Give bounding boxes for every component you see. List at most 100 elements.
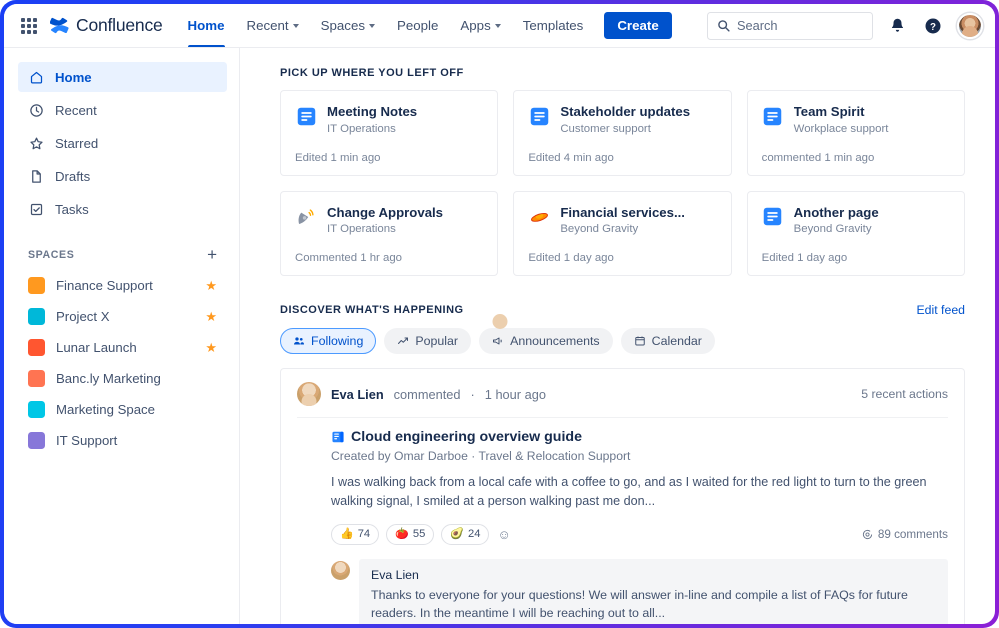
- pickup-card-title: Team Spirit: [794, 104, 889, 121]
- tab-popular[interactable]: Popular: [384, 328, 471, 354]
- pickup-card[interactable]: Meeting Notes IT Operations Edited 1 min…: [280, 90, 498, 176]
- home-icon: [28, 69, 44, 85]
- reaction-tomato[interactable]: 🍅 55: [386, 524, 434, 545]
- add-reaction-icon[interactable]: ☺: [497, 527, 510, 542]
- reaction-thumbsup[interactable]: 👍 74: [331, 524, 379, 545]
- comment-icon: [862, 529, 873, 540]
- sidebar-item-recent[interactable]: Recent: [18, 95, 227, 125]
- confluence-logo[interactable]: Confluence: [50, 15, 163, 36]
- brand-name: Confluence: [76, 15, 163, 36]
- feed-excerpt: I was walking back from a local cafe wit…: [331, 473, 939, 511]
- blue-page-icon: [295, 105, 317, 127]
- sidebar-space-bancly-marketing[interactable]: Banc.ly Marketing: [18, 364, 227, 392]
- pickup-card-title: Stakeholder updates: [560, 104, 690, 121]
- pickup-card[interactable]: Team Spirit Workplace support commented …: [747, 90, 965, 176]
- grid-apps-icon[interactable]: [18, 15, 40, 37]
- ufo-icon: [528, 206, 550, 228]
- feed-comments-count[interactable]: 89 comments: [862, 528, 948, 541]
- reactions-row: 👍 74 🍅 55 🥑 24 ☺: [331, 524, 948, 545]
- page-body: Home Recent Starred: [4, 48, 995, 624]
- tab-announcements[interactable]: Announcements: [479, 328, 613, 354]
- star-filled-icon[interactable]: ★: [205, 310, 217, 323]
- comments-count-label: 89 comments: [878, 528, 948, 541]
- edit-feed-link[interactable]: Edit feed: [916, 303, 965, 317]
- nav-item-home[interactable]: Home: [177, 4, 236, 47]
- pickup-card[interactable]: Another page Beyond Gravity Edited 1 day…: [747, 191, 965, 277]
- star-filled-icon[interactable]: ★: [205, 279, 217, 292]
- pickup-card[interactable]: Change Approvals IT Operations Commented…: [280, 191, 498, 277]
- search-icon: [717, 19, 730, 32]
- primary-nav: Home Recent Spaces People Apps Templates…: [177, 4, 672, 47]
- sidebar-space-project-x[interactable]: Project X ★: [18, 302, 227, 330]
- megaphone-icon: [492, 335, 504, 347]
- sidebar-space-marketing-space[interactable]: Marketing Space: [18, 395, 227, 423]
- blue-page-icon: [528, 105, 550, 127]
- nav-item-people[interactable]: People: [386, 4, 449, 47]
- nav-item-apps[interactable]: Apps: [449, 4, 511, 47]
- feed-reply: Eva Lien Thanks to everyone for your que…: [331, 559, 948, 624]
- sidebar-item-home[interactable]: Home: [18, 62, 227, 92]
- sidebar-item-starred[interactable]: Starred: [18, 128, 227, 158]
- sidebar-space-it-support[interactable]: IT Support: [18, 426, 227, 454]
- space-label: Lunar Launch: [56, 340, 194, 355]
- spaces-section-header: SPACES +: [18, 246, 227, 263]
- space-avatar-icon: [28, 339, 45, 356]
- tab-following[interactable]: Following: [280, 328, 376, 354]
- sidebar-space-lunar-launch[interactable]: Lunar Launch ★: [18, 333, 227, 361]
- sidebar-item-tasks[interactable]: Tasks: [18, 194, 227, 224]
- pickup-card[interactable]: Stakeholder updates Customer support Edi…: [513, 90, 731, 176]
- sidebar-item-starred-label: Starred: [55, 136, 98, 151]
- separator-dot: ·: [471, 387, 475, 402]
- page-icon: [28, 168, 44, 184]
- pickup-cards-grid: Meeting Notes IT Operations Edited 1 min…: [280, 90, 965, 276]
- space-label: Marketing Space: [56, 402, 217, 417]
- avatar[interactable]: [331, 561, 350, 580]
- chevron-down-icon: [369, 24, 375, 28]
- created-by-name[interactable]: Omar Darboe: [394, 449, 468, 463]
- nav-item-templates[interactable]: Templates: [512, 4, 595, 47]
- sidebar-item-tasks-label: Tasks: [55, 202, 89, 217]
- pickup-card-meta: Edited 1 day ago: [762, 252, 950, 264]
- nav-item-recent[interactable]: Recent: [236, 4, 310, 47]
- tab-following-label: Following: [311, 334, 363, 348]
- nav-item-recent-label: Recent: [247, 18, 289, 33]
- pickup-card-title: Financial services...: [560, 205, 685, 222]
- avocado-icon: 🥑: [450, 529, 464, 540]
- sidebar-item-drafts[interactable]: Drafts: [18, 161, 227, 191]
- pickup-card-meta: commented 1 min ago: [762, 152, 950, 164]
- feed-space-name[interactable]: Travel & Relocation Support: [478, 449, 630, 463]
- plus-icon[interactable]: +: [207, 246, 217, 263]
- people-icon: [293, 335, 305, 347]
- avatar[interactable]: [297, 382, 321, 406]
- pickup-card-meta: Commented 1 hr ago: [295, 252, 483, 264]
- avatar[interactable]: [957, 13, 983, 39]
- feed-page-title[interactable]: Cloud engineering overview guide: [351, 429, 582, 445]
- reply-author-name[interactable]: Eva Lien: [371, 568, 936, 582]
- pickup-section-label: PICK UP WHERE YOU LEFT OFF: [280, 67, 965, 79]
- search-input[interactable]: Search: [707, 12, 873, 40]
- nav-item-apps-label: Apps: [460, 18, 490, 33]
- reaction-count: 74: [358, 528, 370, 540]
- feed-recent-actions[interactable]: 5 recent actions: [861, 387, 948, 401]
- nav-item-spaces[interactable]: Spaces: [310, 4, 386, 47]
- space-label: Project X: [56, 309, 194, 324]
- star-filled-icon[interactable]: ★: [205, 341, 217, 354]
- help-circle-icon[interactable]: ?: [921, 14, 945, 38]
- pickup-card-title: Meeting Notes: [327, 104, 417, 121]
- feed-filter-tabs: Following Popular Announcements: [280, 328, 965, 354]
- bell-icon[interactable]: [885, 14, 909, 38]
- create-button[interactable]: Create: [604, 12, 671, 39]
- space-label: Banc.ly Marketing: [56, 371, 217, 386]
- space-label: IT Support: [56, 433, 217, 448]
- thumbsup-icon: 👍: [340, 529, 354, 540]
- pickup-card-meta: Edited 4 min ago: [528, 152, 716, 164]
- tab-calendar[interactable]: Calendar: [621, 328, 715, 354]
- sidebar-space-finance-support[interactable]: Finance Support ★: [18, 271, 227, 299]
- feed-actor-name[interactable]: Eva Lien: [331, 387, 384, 402]
- blue-page-icon: [762, 105, 784, 127]
- discover-section-label: DISCOVER WHAT'S HAPPENING: [280, 304, 464, 316]
- calendar-icon: [634, 335, 646, 347]
- pickup-card[interactable]: Financial services... Beyond Gravity Edi…: [513, 191, 731, 277]
- reaction-avocado[interactable]: 🥑 24: [441, 524, 489, 545]
- svg-text:?: ?: [930, 21, 936, 32]
